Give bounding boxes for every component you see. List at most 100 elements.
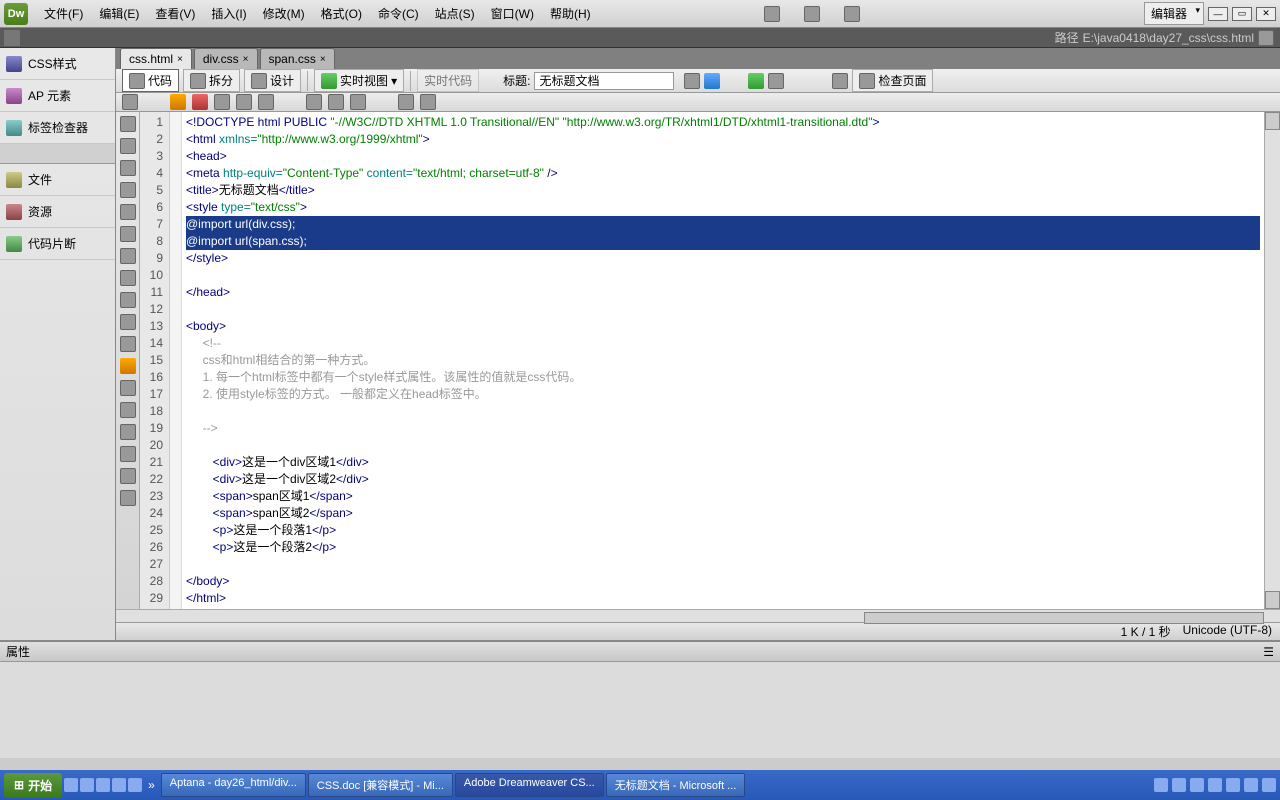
code-line[interactable]: <div>这是一个div区域1</div>: [186, 454, 1260, 471]
balance-braces-icon[interactable]: [120, 204, 136, 220]
tray-icon[interactable]: [1190, 778, 1204, 792]
preview-browser-icon[interactable]: [704, 73, 720, 89]
code-line[interactable]: <p>这是一个段落2</p>: [186, 539, 1260, 556]
copy-icon[interactable]: [328, 94, 344, 110]
fold-column[interactable]: [170, 112, 182, 609]
open-icon[interactable]: [192, 94, 208, 110]
panel-item[interactable]: AP 元素: [0, 80, 115, 112]
highlight-invalid-icon[interactable]: [120, 248, 136, 264]
home-icon[interactable]: [170, 94, 186, 110]
code-line[interactable]: 2. 使用style标签的方式。 一般都定义在head标签中。: [186, 386, 1260, 403]
tray-icon[interactable]: [1262, 778, 1276, 792]
horizontal-scrollbar[interactable]: [116, 609, 1280, 622]
code-line[interactable]: <head>: [186, 148, 1260, 165]
tab-close-icon[interactable]: ×: [243, 54, 249, 65]
code-line[interactable]: </head>: [186, 284, 1260, 301]
code-line[interactable]: <body>: [186, 318, 1260, 335]
panel-menu-icon[interactable]: ☰: [1263, 645, 1274, 659]
syntax-coloring-icon[interactable]: [120, 270, 136, 286]
live-view-button[interactable]: 实时视图▾: [314, 69, 404, 92]
redo-icon[interactable]: [420, 94, 436, 110]
design-view-button[interactable]: 设计: [244, 69, 301, 92]
extend-icon[interactable]: [844, 6, 860, 22]
tray-icon[interactable]: [1244, 778, 1258, 792]
line-numbers-icon[interactable]: [120, 226, 136, 242]
quick-launch-icon[interactable]: [128, 778, 142, 792]
wrap-tag-icon[interactable]: [120, 424, 136, 440]
code-line[interactable]: -->: [186, 420, 1260, 437]
file-mgmt-icon[interactable]: [684, 73, 700, 89]
menu-item[interactable]: 格式(O): [313, 1, 370, 26]
tray-icon[interactable]: [1226, 778, 1240, 792]
cut-icon[interactable]: [306, 94, 322, 110]
code-line[interactable]: [186, 403, 1260, 420]
code-line[interactable]: </body>: [186, 573, 1260, 590]
format-source-icon[interactable]: [120, 358, 136, 374]
quick-launch-icon[interactable]: [80, 778, 94, 792]
code-line[interactable]: [186, 267, 1260, 284]
layout-icon[interactable]: [764, 6, 780, 22]
tray-icon[interactable]: [1172, 778, 1186, 792]
scroll-thumb[interactable]: [864, 612, 1264, 624]
code-line[interactable]: <span>span区域1</span>: [186, 488, 1260, 505]
recent-snippets-icon[interactable]: [120, 446, 136, 462]
code-line[interactable]: <span>span区域2</span>: [186, 505, 1260, 522]
apply-comment-icon[interactable]: [120, 380, 136, 396]
quick-launch-icon[interactable]: [96, 778, 110, 792]
workspace-dropdown[interactable]: 编辑器: [1144, 2, 1204, 25]
indent-icon[interactable]: [120, 490, 136, 506]
code-view-button[interactable]: 代码: [122, 69, 179, 92]
panel-toggle-icon[interactable]: [4, 30, 20, 46]
taskbar-item[interactable]: CSS.doc [兼容模式] - Mi...: [308, 773, 453, 797]
view-options-icon[interactable]: [768, 73, 784, 89]
check-page-button[interactable]: 检查页面: [852, 69, 933, 92]
quick-launch-icon[interactable]: [64, 778, 78, 792]
auto-indent-icon[interactable]: [120, 292, 136, 308]
minimize-button[interactable]: —: [1208, 7, 1228, 21]
code-line[interactable]: [186, 556, 1260, 573]
panel-item[interactable]: 文件: [0, 164, 115, 196]
gear-icon[interactable]: [804, 6, 820, 22]
menu-item[interactable]: 插入(I): [203, 1, 254, 26]
code-line[interactable]: <meta http-equiv="Content-Type" content=…: [186, 165, 1260, 182]
path-dropdown-icon[interactable]: [1258, 30, 1274, 46]
tab-close-icon[interactable]: ×: [320, 54, 326, 65]
menu-item[interactable]: 查看(V): [147, 1, 203, 26]
close-button[interactable]: ✕: [1256, 7, 1276, 21]
expand-icon[interactable]: [120, 160, 136, 176]
save-icon[interactable]: [214, 94, 230, 110]
print-icon[interactable]: [258, 94, 274, 110]
properties-header[interactable]: 属性 ☰: [0, 642, 1280, 662]
panel-item[interactable]: CSS样式: [0, 48, 115, 80]
vertical-scrollbar[interactable]: [1264, 112, 1280, 609]
visual-aids-icon[interactable]: [832, 73, 848, 89]
menu-item[interactable]: 文件(F): [36, 1, 91, 26]
code-line[interactable]: css和html相结合的第一种方式。: [186, 352, 1260, 369]
taskbar-item[interactable]: 无标题文档 - Microsoft ...: [606, 773, 746, 797]
code-line[interactable]: <title>无标题文档</title>: [186, 182, 1260, 199]
panel-item[interactable]: 代码片断: [0, 228, 115, 260]
menu-item[interactable]: 修改(M): [255, 1, 313, 26]
quick-launch-icon[interactable]: [112, 778, 126, 792]
collapse-icon[interactable]: [120, 138, 136, 154]
menu-item[interactable]: 窗口(W): [483, 1, 542, 26]
tab-close-icon[interactable]: ×: [177, 54, 183, 65]
code-line[interactable]: </html>: [186, 590, 1260, 607]
panel-item[interactable]: 资源: [0, 196, 115, 228]
word-wrap-icon[interactable]: [120, 314, 136, 330]
undo-icon[interactable]: [398, 94, 414, 110]
code-line[interactable]: <style type="text/css">: [186, 199, 1260, 216]
code-line[interactable]: 1. 每一个html标签中都有一个style样式属性。该属性的值就是css代码。: [186, 369, 1260, 386]
code-line[interactable]: @import url(span.css);: [186, 233, 1260, 250]
code-line[interactable]: [186, 437, 1260, 454]
menu-item[interactable]: 帮助(H): [542, 1, 599, 26]
save-all-icon[interactable]: [236, 94, 252, 110]
code-line[interactable]: @import url(div.css);: [186, 216, 1260, 233]
title-input[interactable]: [534, 72, 674, 90]
code-line[interactable]: <div>这是一个div区域2</div>: [186, 471, 1260, 488]
document-tab[interactable]: span.css×: [260, 48, 335, 69]
code-line[interactable]: </style>: [186, 250, 1260, 267]
maximize-button[interactable]: ▭: [1232, 7, 1252, 21]
document-tab[interactable]: div.css×: [194, 48, 258, 69]
open-docs-icon[interactable]: [120, 116, 136, 132]
